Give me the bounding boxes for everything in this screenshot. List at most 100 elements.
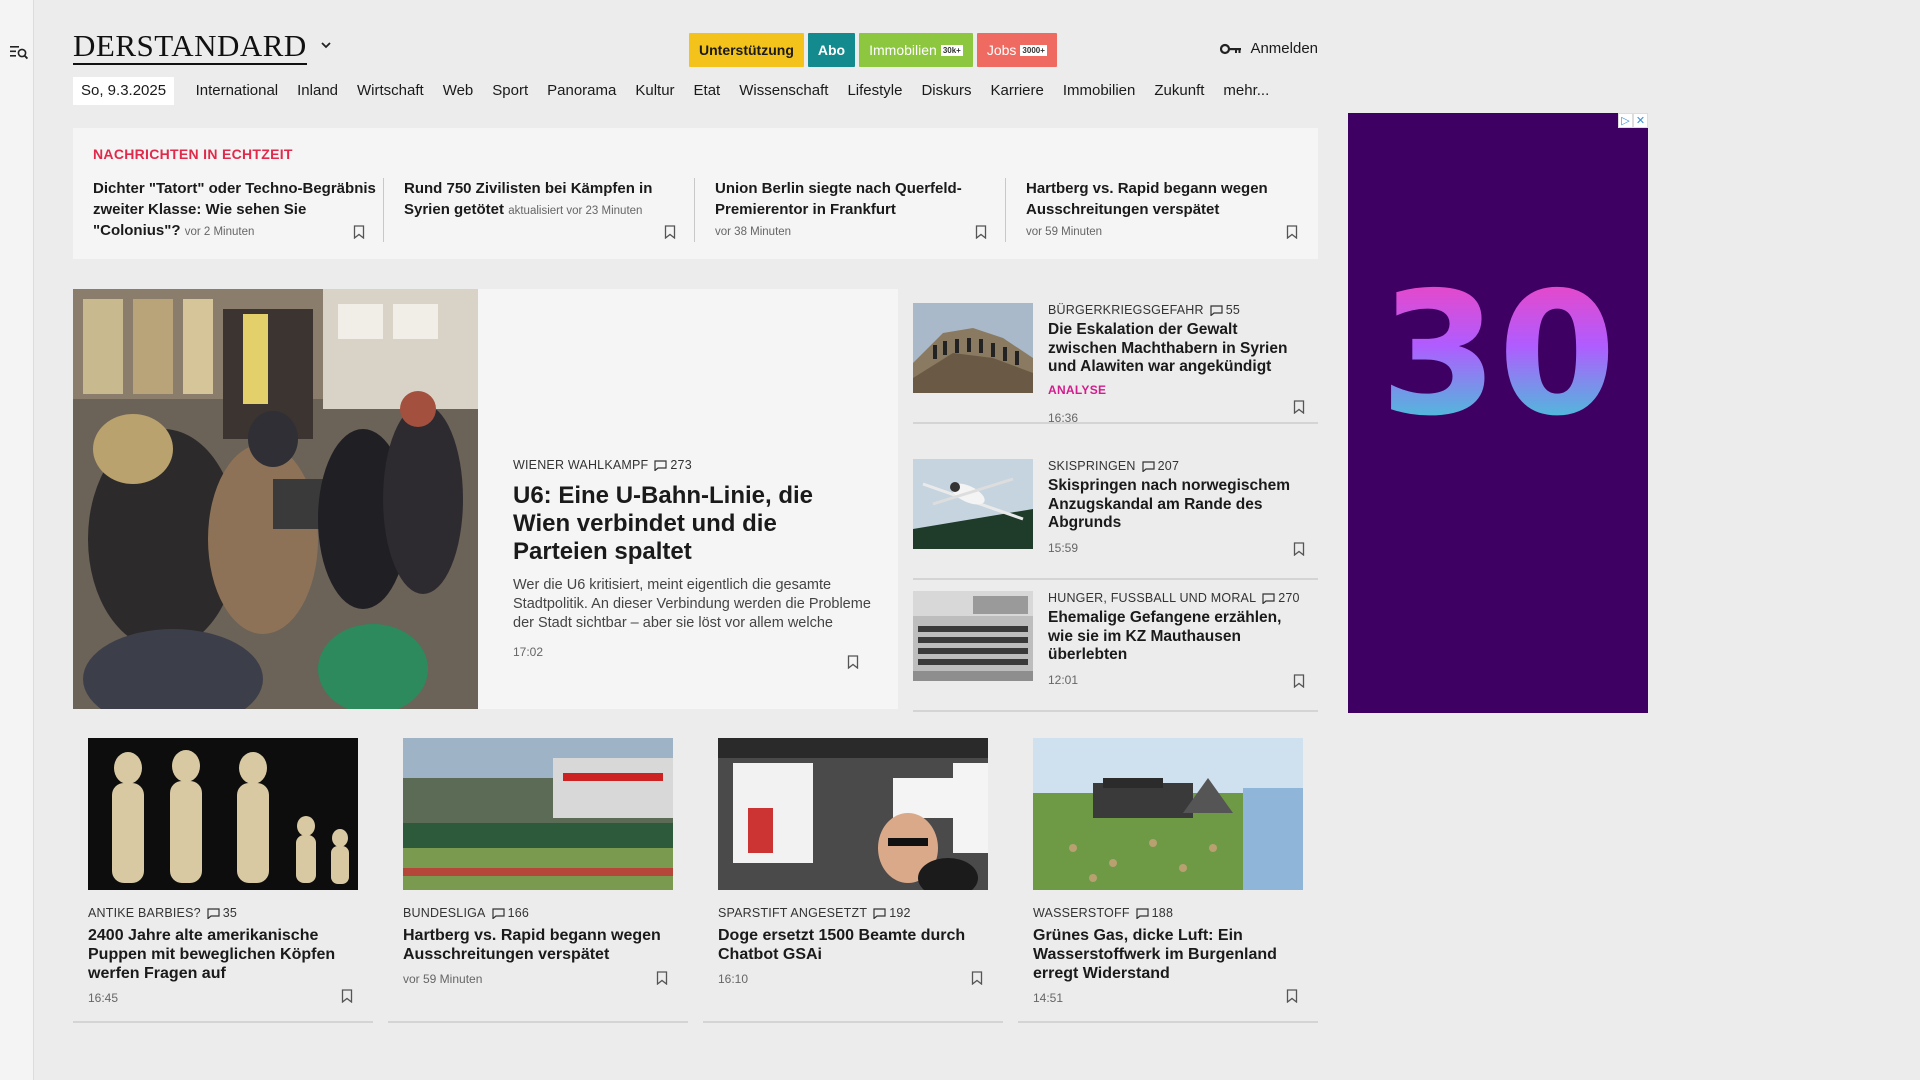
ticker-item[interactable]: Hartberg vs. Rapid begann wegen Ausschre…	[1026, 178, 1318, 243]
hero-image	[73, 289, 478, 709]
bookmark-icon[interactable]	[971, 971, 983, 985]
card-image	[403, 738, 673, 890]
article-kicker-label: BÜRGERKRIEGSGEFAHR	[1048, 303, 1204, 317]
comment-count-value: 273	[670, 458, 692, 472]
comment-count-value: 166	[507, 906, 530, 920]
ticker-item[interactable]: Dichter "Tatort" oder Techno-Begräbnis z…	[93, 178, 385, 243]
article-card[interactable]: ANTIKE BARBIES? 35 2400 Jahre alte ameri…	[73, 723, 373, 1023]
jobs-label: Jobs	[986, 42, 1017, 58]
hero-title[interactable]: U6: Eine U-Bahn-Linie, die Wien verbinde…	[513, 482, 873, 566]
immobilien-label: Immobilien	[869, 42, 937, 58]
article-kicker-label: BUNDESLIGA	[403, 906, 486, 920]
card-image	[1033, 738, 1303, 890]
header-pills: Unterstützung Abo Immobilien 30k+ Jobs 300…	[689, 33, 1057, 67]
article-kicker: SPARSTIFT ANGESETZT 192	[718, 906, 988, 920]
hero-time: 17:02	[513, 645, 544, 659]
bookmark-icon[interactable]	[353, 225, 365, 239]
nav-item-web[interactable]: Web	[433, 77, 483, 105]
article-card[interactable]: BUNDESLIGA 166 Hartberg vs. Rapid begann…	[388, 723, 688, 1023]
chevron-down-icon[interactable]	[319, 38, 333, 52]
comment-count[interactable]: 192	[873, 906, 910, 920]
nav-item-immobilien[interactable]: Immobilien	[1053, 77, 1145, 105]
bookmark-icon[interactable]	[664, 225, 676, 239]
abo-button[interactable]: Abo	[807, 33, 856, 67]
comment-count-value: 192	[889, 906, 911, 920]
comment-icon	[1210, 304, 1223, 316]
nav-item-wirtschaft[interactable]: Wirtschaft	[348, 77, 434, 105]
nav-item-international[interactable]: International	[186, 77, 288, 105]
side-article[interactable]: HUNGER, FUSSBALL UND MORAL 270 Ehemalige…	[913, 577, 1318, 712]
card-image	[718, 738, 988, 890]
immobilien-button[interactable]: Immobilien 30k+	[859, 33, 973, 67]
article-title[interactable]: Die Eskalation der Gewalt zwischen Macht…	[1048, 321, 1303, 377]
bookmark-icon[interactable]	[341, 989, 353, 1003]
ticker-item[interactable]: Union Berlin siegte nach Querfeld-Premie…	[715, 178, 1007, 243]
support-button[interactable]: Unterstützung	[689, 33, 804, 67]
nav-item-lifestyle[interactable]: Lifestyle	[838, 77, 912, 105]
card-text: ANTIKE BARBIES? 35 2400 Jahre alte ameri…	[88, 906, 358, 1005]
menu-search-icon[interactable]	[10, 44, 28, 60]
site-logo[interactable]: DERSTANDARD	[73, 30, 307, 65]
nav-item-panorama[interactable]: Panorama	[538, 77, 626, 105]
bookmark-icon[interactable]	[1293, 542, 1305, 556]
jobs-button[interactable]: Jobs 3000+	[976, 33, 1057, 67]
bookmark-icon[interactable]	[656, 971, 668, 985]
nav-item-diskurs[interactable]: Diskurs	[912, 77, 981, 105]
article-title[interactable]: Ehemalige Gefangene erzählen, wie sie im…	[1048, 609, 1303, 665]
nav-item-sport[interactable]: Sport	[483, 77, 538, 105]
bookmark-icon[interactable]	[1286, 225, 1298, 239]
card-title[interactable]: 2400 Jahre alte amerikanische Puppen mit…	[88, 926, 358, 983]
advertisement[interactable]: ▷ ✕ 30	[1348, 113, 1648, 713]
card-title[interactable]: Hartberg vs. Rapid begann wegen Ausschre…	[403, 926, 673, 964]
comment-count[interactable]: 188	[1136, 906, 1173, 920]
article-kicker: BÜRGERKRIEGSGEFAHR 55	[1048, 303, 1303, 317]
hero-kicker-label: WIENER WAHLKAMPF	[513, 458, 649, 472]
bookmark-icon[interactable]	[847, 655, 859, 669]
abo-label: Abo	[817, 42, 846, 58]
side-article[interactable]: BÜRGERKRIEGSGEFAHR 55 Die Eskalation der…	[913, 289, 1318, 425]
comment-count[interactable]: 270	[1262, 591, 1300, 605]
bookmark-icon[interactable]	[1293, 674, 1305, 688]
comment-icon	[1136, 907, 1149, 919]
comment-count[interactable]: 55	[1210, 303, 1240, 317]
nav-item-etat[interactable]: Etat	[684, 77, 730, 105]
side-article[interactable]: SKISPRINGEN 207 Skispringen nach norwegi…	[913, 445, 1318, 580]
comment-icon	[873, 907, 886, 919]
article-kicker-label: SPARSTIFT ANGESETZT	[718, 906, 868, 920]
site-header: DERSTANDARD Unterstützung Abo Immobilien…	[73, 24, 1318, 70]
main-nav: So, 9.3.2025 International Inland Wirtsc…	[73, 77, 1279, 105]
bookmark-icon[interactable]	[1286, 989, 1298, 1003]
comment-count[interactable]: 35	[207, 906, 237, 920]
comment-count[interactable]: 273	[654, 458, 692, 472]
nav-item-kultur[interactable]: Kultur	[626, 77, 684, 105]
article-card[interactable]: SPARSTIFT ANGESETZT 192 Doge ersetzt 150…	[703, 723, 1003, 1023]
ticker-item[interactable]: Rund 750 Zivilisten bei Kämpfen in Syrie…	[404, 178, 696, 222]
bookmark-icon[interactable]	[1293, 400, 1305, 414]
nav-item-zukunft[interactable]: Zukunft	[1145, 77, 1214, 105]
article-title[interactable]: Skispringen nach norwegischem Anzugskand…	[1048, 477, 1303, 533]
article-kicker: BUNDESLIGA 166	[403, 906, 673, 920]
article-kicker-label: HUNGER, FUSSBALL UND MORAL	[1048, 591, 1257, 605]
card-image	[88, 738, 358, 890]
live-ticker: NACHRICHTEN IN ECHTZEIT Dichter "Tatort"…	[73, 128, 1318, 259]
nav-item-karriere[interactable]: Karriere	[981, 77, 1053, 105]
comment-count[interactable]: 207	[1142, 459, 1179, 473]
ticker-item-title: Hartberg vs. Rapid begann wegen Ausschre…	[1026, 180, 1268, 218]
ticker-label: NACHRICHTEN IN ECHTZEIT	[93, 146, 293, 162]
jobs-count-badge: 3000+	[1020, 44, 1047, 56]
bookmark-icon[interactable]	[975, 225, 987, 239]
article-card[interactable]: WASSERSTOFF 188 Grünes Gas, dicke Luft: …	[1018, 723, 1318, 1023]
article-thumbnail	[913, 459, 1033, 549]
nav-item-inland[interactable]: Inland	[288, 77, 348, 105]
comment-count[interactable]: 166	[491, 906, 530, 920]
card-title[interactable]: Grünes Gas, dicke Luft: Ein Wasserstoffw…	[1033, 926, 1303, 983]
nav-item-wissenschaft[interactable]: Wissenschaft	[730, 77, 838, 105]
article-time: 16:36	[1048, 410, 1079, 425]
hero-article[interactable]: WIENER WAHLKAMPF 273 U6: Eine U-Bahn-Lin…	[73, 289, 898, 709]
article-thumbnail	[913, 591, 1033, 681]
analyse-badge: ANALYSE	[1048, 382, 1107, 397]
login-button[interactable]: Anmelden	[1220, 40, 1318, 57]
card-title[interactable]: Doge ersetzt 1500 Beamte durch Chatbot G…	[718, 926, 988, 964]
ticker-item-time: aktualisiert vor 23 Minuten	[508, 205, 643, 217]
nav-item-more[interactable]: mehr...	[1214, 77, 1279, 105]
